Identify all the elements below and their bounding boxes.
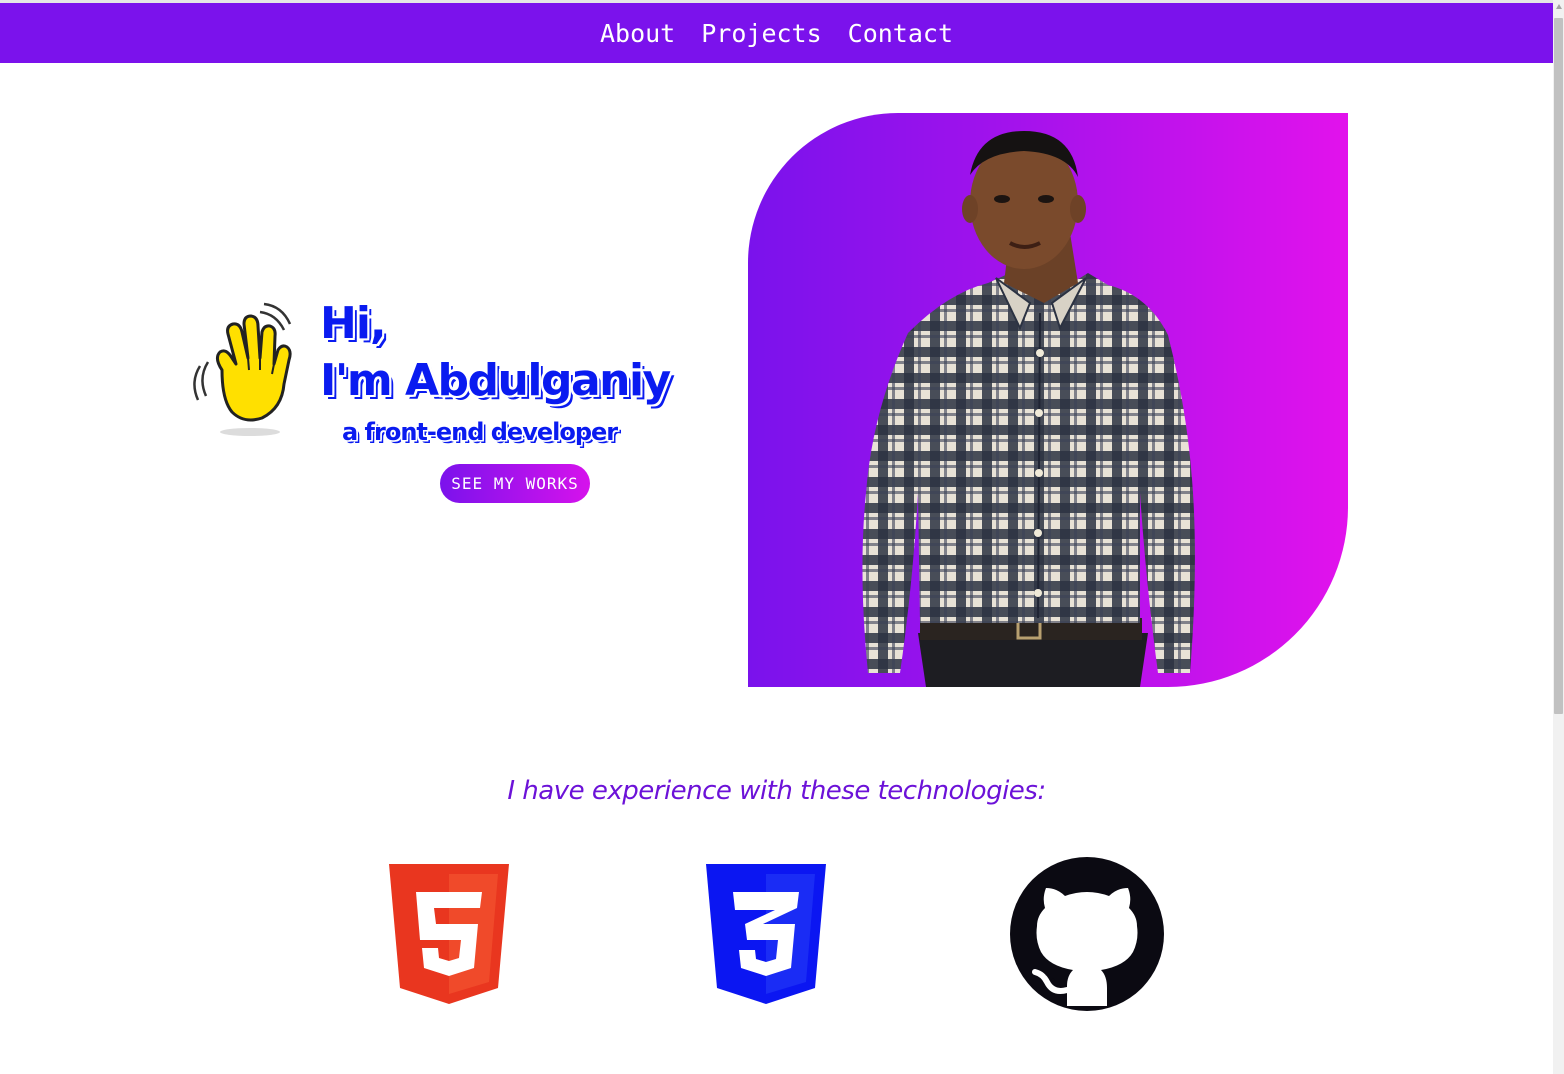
nav-link-projects[interactable]: Projects: [701, 19, 821, 48]
nav-link-contact[interactable]: Contact: [848, 19, 953, 48]
nav-link-about[interactable]: About: [600, 19, 675, 48]
html5-logo-icon: [389, 864, 509, 1004]
greeting-name: I'm Abdulganiy: [320, 355, 671, 406]
top-navbar: About Projects Contact: [0, 3, 1553, 63]
github-logo-icon: [1010, 857, 1164, 1011]
portrait-photo: [862, 131, 1195, 687]
hero-greeting: Hi, I'm Abdulganiy: [320, 296, 671, 410]
scroll-thumb[interactable]: [1554, 18, 1563, 714]
hero-portrait-frame: [748, 113, 1348, 687]
css3-logo-icon: [706, 864, 826, 1004]
scroll-up-arrow-icon[interactable]: [1556, 4, 1562, 9]
see-my-works-button[interactable]: SEE MY WORKS: [440, 464, 590, 503]
hero-role: a front-end developer: [342, 418, 618, 446]
tech-heading: I have experience with these technologie…: [507, 776, 1046, 806]
greeting-hi: Hi,: [320, 298, 387, 349]
waving-hand-icon: [193, 302, 292, 436]
page-scrollbar[interactable]: [1553, 0, 1564, 1074]
